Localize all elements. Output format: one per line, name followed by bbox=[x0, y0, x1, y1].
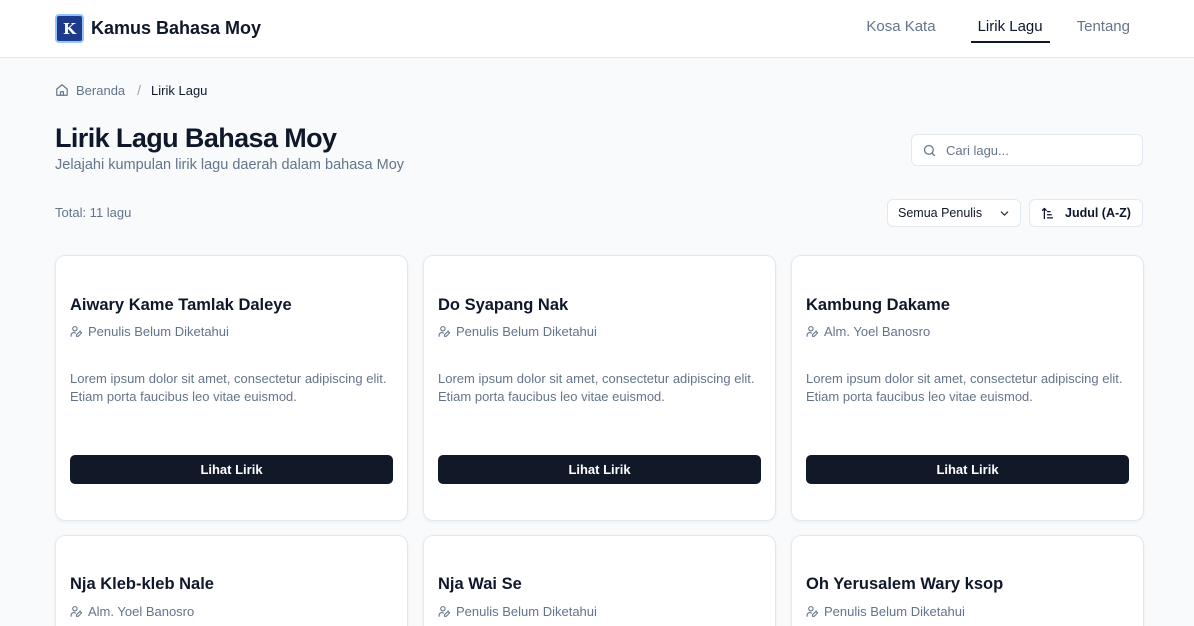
nav-item-tentang[interactable]: Tentang bbox=[1077, 18, 1138, 41]
brand[interactable]: K Kamus Bahasa Moy bbox=[55, 14, 261, 43]
song-author: Penulis Belum Diketahui bbox=[438, 324, 597, 339]
song-author: Alm. Yoel Banosro bbox=[806, 324, 930, 339]
nav-item-lirik-lagu[interactable]: Lirik Lagu bbox=[970, 18, 1050, 43]
search-input[interactable] bbox=[946, 142, 1131, 158]
breadcrumb: Beranda / Lirik Lagu bbox=[55, 82, 207, 98]
breadcrumb-separator: / bbox=[137, 82, 142, 98]
song-card: Kambung Dakame Alm. Yoel Banosro Lorem i… bbox=[791, 255, 1144, 521]
pen-user-icon bbox=[806, 606, 819, 617]
page-title: Lirik Lagu Bahasa Moy bbox=[55, 123, 337, 153]
main-nav: Kosa Kata Lirik Lagu Tentang bbox=[866, 18, 1138, 43]
song-title: Nja Kleb-kleb Nale bbox=[70, 575, 214, 593]
view-lyrics-button[interactable]: Lihat Lirik bbox=[438, 455, 761, 484]
song-author: Alm. Yoel Banosro bbox=[70, 604, 194, 619]
song-title: Kambung Dakame bbox=[806, 296, 950, 314]
total-count: Total: 11 lagu bbox=[55, 205, 132, 220]
home-icon bbox=[56, 84, 68, 96]
chevron-down-icon bbox=[1000, 210, 1009, 216]
song-description: Lorem ipsum dolor sit amet, consectetur … bbox=[806, 371, 1123, 404]
author-filter-select[interactable]: Semua Penulis bbox=[887, 199, 1021, 227]
pen-user-icon bbox=[70, 606, 83, 617]
pen-user-icon bbox=[438, 606, 451, 617]
song-author-name: Penulis Belum Diketahui bbox=[88, 324, 229, 339]
breadcrumb-current: Lirik Lagu bbox=[151, 82, 208, 98]
song-author-name: Alm. Yoel Banosro bbox=[88, 604, 195, 619]
nav-item-kosa-kata[interactable]: Kosa Kata bbox=[866, 18, 943, 41]
song-author-name: Penulis Belum Diketahui bbox=[456, 324, 597, 339]
page-subtitle: Jelajahi kumpulan lirik lagu daerah dala… bbox=[55, 157, 405, 173]
view-lyrics-button[interactable]: Lihat Lirik bbox=[806, 455, 1129, 484]
song-author-name: Penulis Belum Diketahui bbox=[456, 604, 597, 619]
pen-user-icon bbox=[806, 326, 819, 337]
song-card: Nja Wai Se Penulis Belum Diketahui bbox=[423, 535, 776, 626]
sort-label: Judul (A-Z) bbox=[1065, 206, 1131, 220]
song-title: Do Syapang Nak bbox=[438, 296, 569, 314]
song-description: Lorem ipsum dolor sit amet, consectetur … bbox=[438, 371, 755, 404]
song-title: Nja Wai Se bbox=[438, 575, 522, 593]
pen-user-icon bbox=[438, 326, 451, 337]
song-author: Penulis Belum Diketahui bbox=[806, 604, 965, 619]
author-filter-label: Semua Penulis bbox=[898, 206, 983, 220]
sort-button[interactable]: Judul (A-Z) bbox=[1029, 199, 1143, 227]
search-box bbox=[911, 134, 1143, 166]
song-author: Penulis Belum Diketahui bbox=[438, 604, 597, 619]
song-card: Do Syapang Nak Penulis Belum Diketahui L… bbox=[423, 255, 776, 521]
brand-logo-icon: K bbox=[55, 14, 84, 43]
top-navbar: K Kamus Bahasa Moy Kosa Kata Lirik Lagu … bbox=[0, 0, 1194, 58]
song-author-name: Alm. Yoel Banosro bbox=[824, 324, 931, 339]
brand-logo-letter: K bbox=[62, 19, 77, 38]
brand-name: Kamus Bahasa Moy bbox=[91, 18, 262, 38]
song-card: Aiwary Kame Tamlak Daleye Penulis Belum … bbox=[55, 255, 408, 521]
song-author-name: Penulis Belum Diketahui bbox=[824, 604, 965, 619]
song-title: Aiwary Kame Tamlak Daleye bbox=[70, 296, 292, 314]
search-icon bbox=[923, 144, 936, 156]
song-card: Oh Yerusalem Wary ksop Penulis Belum Dik… bbox=[791, 535, 1144, 626]
song-description: Lorem ipsum dolor sit amet, consectetur … bbox=[70, 371, 387, 404]
song-card: Nja Kleb-kleb Nale Alm. Yoel Banosro bbox=[55, 535, 408, 626]
breadcrumb-home[interactable]: Beranda bbox=[55, 83, 125, 98]
sort-ascending-icon bbox=[1041, 207, 1054, 219]
song-title: Oh Yerusalem Wary ksop bbox=[806, 575, 1004, 593]
song-author: Penulis Belum Diketahui bbox=[70, 324, 229, 339]
pen-user-icon bbox=[70, 326, 83, 337]
view-lyrics-button[interactable]: Lihat Lirik bbox=[70, 455, 393, 484]
breadcrumb-home-label: Beranda bbox=[76, 82, 126, 98]
